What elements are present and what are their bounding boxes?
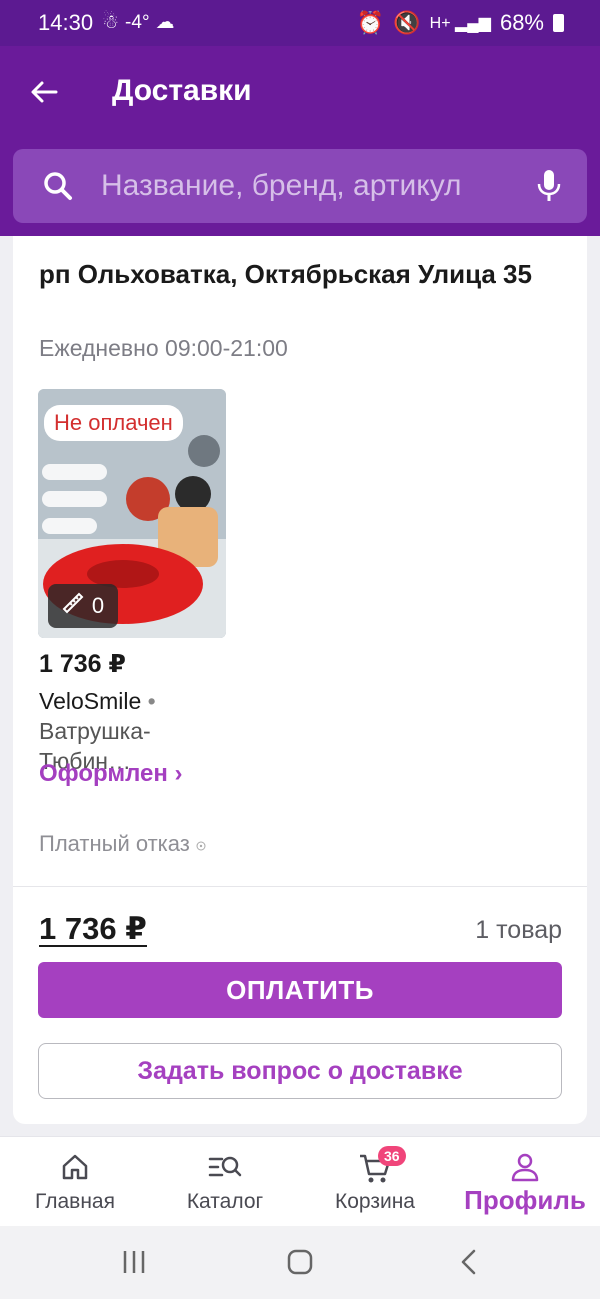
cart-count-badge: 36 bbox=[378, 1146, 406, 1166]
tab-home[interactable]: Главная bbox=[25, 1137, 125, 1227]
ask-question-button[interactable]: Задать вопрос о доставке bbox=[38, 1043, 562, 1099]
status-icons: ⏰ 🔇 H+ ▂▄▆ 68% bbox=[357, 10, 564, 36]
home-button-icon[interactable] bbox=[286, 1248, 314, 1281]
tab-profile[interactable]: Профиль bbox=[460, 1137, 590, 1227]
product-price: 1 736 ₽ bbox=[39, 650, 126, 678]
size-badge[interactable]: 0 bbox=[48, 584, 118, 628]
microphone-icon[interactable] bbox=[537, 169, 561, 208]
order-status-link[interactable]: Оформлен › bbox=[39, 760, 183, 788]
items-count: 1 товар bbox=[475, 916, 562, 944]
paid-refusal-label: Платный отказ bbox=[39, 831, 190, 856]
weather-icon: ☃ bbox=[102, 12, 120, 33]
status-weather: ☃ -4° ☁ bbox=[102, 11, 175, 34]
mute-icon: 🔇 bbox=[393, 10, 421, 35]
tab-catalog[interactable]: Каталог bbox=[175, 1137, 275, 1227]
info-icon[interactable] bbox=[196, 831, 206, 857]
app-header: Доставки bbox=[0, 46, 600, 236]
tab-home-label: Главная bbox=[35, 1190, 115, 1213]
search-input[interactable] bbox=[101, 149, 521, 223]
tab-cart[interactable]: 36 Корзина bbox=[325, 1137, 425, 1227]
back-arrow-icon[interactable] bbox=[28, 76, 60, 108]
paid-refusal[interactable]: Платный отказ bbox=[39, 831, 206, 857]
size-count: 0 bbox=[91, 593, 105, 618]
page-title: Доставки bbox=[112, 74, 252, 107]
tab-cart-label: Корзина bbox=[335, 1190, 415, 1213]
status-temperature: -4° bbox=[125, 11, 150, 33]
home-icon bbox=[60, 1152, 90, 1184]
product-image[interactable]: Не оплачен 0 bbox=[38, 389, 226, 638]
status-time: 14:30 bbox=[38, 10, 94, 35]
total-price: 1 736 ₽ bbox=[39, 911, 147, 947]
pickup-address: рп Ольховатка, Октябрьская Улица 35 bbox=[39, 259, 532, 289]
back-button-icon[interactable] bbox=[458, 1248, 480, 1281]
battery-level: 68% bbox=[499, 10, 544, 35]
ruler-icon bbox=[62, 592, 84, 620]
pay-button[interactable]: ОПЛАТИТЬ bbox=[38, 962, 562, 1018]
signal-icon: H+ ▂▄▆ bbox=[429, 15, 491, 32]
search-icon[interactable] bbox=[43, 171, 73, 206]
search-bar[interactable] bbox=[13, 149, 587, 223]
bottom-tab-bar: Главная Каталог 36 Корзина Профиль bbox=[0, 1136, 600, 1226]
delivery-card: рп Ольховатка, Октябрьская Улица 35 Ежед… bbox=[13, 236, 587, 1124]
cloud-icon: ☁ bbox=[155, 12, 175, 33]
battery-icon bbox=[553, 14, 564, 32]
product-brand: VeloSmile bbox=[39, 688, 142, 714]
tab-catalog-label: Каталог bbox=[186, 1190, 264, 1213]
tab-profile-label: Профиль bbox=[464, 1185, 586, 1215]
catalog-icon bbox=[208, 1152, 242, 1184]
divider bbox=[13, 886, 587, 887]
system-nav-bar bbox=[0, 1226, 600, 1299]
product-separator: • bbox=[147, 688, 156, 714]
pickup-hours: Ежедневно 09:00-21:00 bbox=[39, 335, 288, 361]
alarm-icon: ⏰ bbox=[356, 10, 385, 35]
cart-icon: 36 bbox=[358, 1146, 406, 1184]
recent-apps-icon[interactable] bbox=[120, 1248, 148, 1281]
unpaid-badge: Не оплачен bbox=[44, 405, 183, 441]
profile-icon bbox=[510, 1152, 540, 1184]
status-bar: 14:30 ☃ -4° ☁ ⏰ 🔇 H+ ▂▄▆ 68% bbox=[0, 0, 600, 46]
